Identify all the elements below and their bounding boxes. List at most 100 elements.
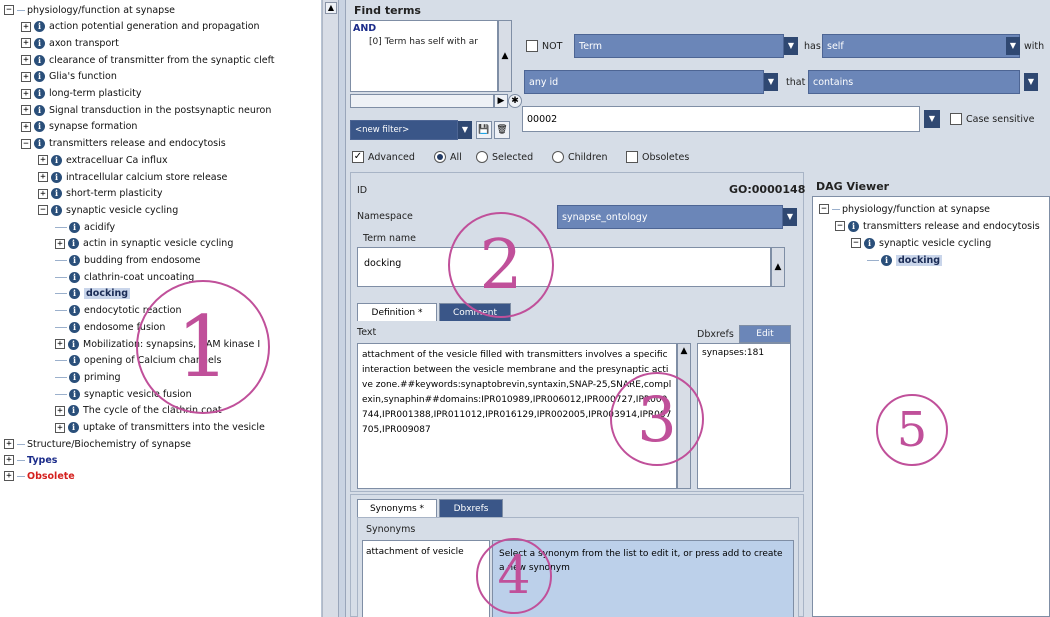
- search-history-dropdown-icon[interactable]: ▼: [924, 110, 940, 128]
- self-field-dropdown-icon[interactable]: ▼: [1006, 37, 1020, 55]
- ontology-tree[interactable]: − physiology/function at synapse + i action …: [0, 0, 322, 617]
- expand-icon[interactable]: +: [4, 455, 14, 466]
- expand-icon[interactable]: +: [21, 55, 31, 66]
- expand-icon[interactable]: +: [21, 121, 31, 132]
- edit-dbxrefs-button[interactable]: Edit: [739, 325, 791, 343]
- tab-synonyms[interactable]: Synonyms *: [357, 499, 437, 517]
- tree-item[interactable]: i endosome fusion: [55, 319, 165, 335]
- tab-synonym-dbxrefs[interactable]: Dbxrefs: [439, 499, 503, 517]
- tree-item[interactable]: − i synaptic vesicle cycling: [38, 202, 178, 218]
- search-input[interactable]: 00002: [522, 106, 920, 132]
- tree-item[interactable]: + i synapse formation: [21, 119, 137, 135]
- tree-item[interactable]: + i action potential generation and propag…: [21, 19, 260, 35]
- collapse-icon[interactable]: −: [819, 204, 829, 214]
- tree-item[interactable]: + i Signal transduction in the postsynapti…: [21, 102, 271, 118]
- dag-item[interactable]: − i synaptic vesicle cycling: [851, 235, 991, 251]
- id-field-dropdown-icon[interactable]: ▼: [764, 73, 778, 91]
- tree-item[interactable]: i budding from endosome: [55, 253, 201, 269]
- expand-icon[interactable]: +: [55, 339, 65, 349]
- scroll-right-icon[interactable]: ▶: [494, 94, 508, 108]
- children-radio[interactable]: [552, 151, 564, 163]
- tree-item[interactable]: + i Glia's function: [21, 69, 117, 85]
- term-field-dropdown-icon[interactable]: ▼: [784, 37, 798, 55]
- tree-item[interactable]: + i uptake of transmitters into the vesicl…: [55, 420, 265, 436]
- tab-definition[interactable]: Definition *: [357, 303, 437, 321]
- filter-hscroll[interactable]: [350, 94, 494, 108]
- expand-icon[interactable]: +: [4, 471, 14, 482]
- expand-icon[interactable]: +: [21, 88, 31, 99]
- definition-textarea[interactable]: attachment of the vesicle filled with tr…: [357, 343, 677, 489]
- term-name-input[interactable]: docking: [357, 247, 771, 287]
- tree-item[interactable]: i opening of Calcium channels: [55, 353, 221, 369]
- expand-icon[interactable]: +: [38, 188, 48, 199]
- expand-icon[interactable]: +: [21, 21, 31, 32]
- filter-list[interactable]: AND [0] Term has self with ar: [350, 20, 498, 92]
- collapse-icon[interactable]: −: [851, 238, 861, 248]
- tree-item[interactable]: − physiology/function at synapse: [4, 2, 175, 18]
- filter-item[interactable]: [0] Term has self with ar: [369, 37, 478, 47]
- collapse-icon[interactable]: −: [4, 5, 14, 15]
- dag-viewer[interactable]: − physiology/function at synapse − i transmi…: [812, 196, 1050, 617]
- tree-item[interactable]: i endocytotic reaction: [55, 303, 181, 319]
- tree-item[interactable]: i clathrin-coat uncoating: [55, 269, 194, 285]
- tree-item[interactable]: + i long-term plasticity: [21, 86, 142, 102]
- dag-item[interactable]: − i transmitters release and endocytosis: [835, 218, 1040, 234]
- namespace-dropdown-icon[interactable]: ▼: [783, 208, 797, 226]
- collapse-icon[interactable]: −: [38, 205, 48, 216]
- collapse-icon[interactable]: −: [21, 138, 31, 149]
- dag-item[interactable]: i docking: [867, 252, 943, 268]
- not-checkbox[interactable]: [526, 40, 538, 52]
- tree-item[interactable]: + i short-term plasticity: [38, 186, 162, 202]
- new-filter-dropdown-icon[interactable]: ▼: [458, 121, 472, 139]
- tree-item[interactable]: + i clearance of transmitter from the syna…: [21, 52, 274, 68]
- tree-item[interactable]: − i transmitters release and endocytosis: [21, 136, 226, 152]
- id-field-select[interactable]: any id: [524, 70, 764, 94]
- all-radio[interactable]: [434, 151, 446, 163]
- tree-item[interactable]: + Obsolete: [4, 468, 75, 484]
- expand-icon[interactable]: +: [55, 422, 65, 433]
- tree-item[interactable]: + i The cycle of the clathrin coat: [55, 403, 222, 419]
- tab-comment[interactable]: Comment: [439, 303, 511, 321]
- contains-field-select[interactable]: contains: [808, 70, 1020, 94]
- expand-icon[interactable]: +: [55, 238, 65, 249]
- expand-icon[interactable]: +: [55, 405, 65, 416]
- tree-item[interactable]: i synaptic vesicle fusion: [55, 386, 192, 402]
- self-field-select[interactable]: self: [822, 34, 1020, 58]
- tree-scrollbar[interactable]: ▲: [322, 0, 338, 617]
- obsoletes-checkbox[interactable]: [626, 151, 638, 163]
- term-name-scrollbar[interactable]: ▲: [771, 247, 785, 287]
- split-divider[interactable]: [338, 0, 346, 617]
- new-filter-select[interactable]: <new filter>: [350, 120, 458, 140]
- namespace-select[interactable]: synapse_ontology: [557, 205, 783, 229]
- dag-item[interactable]: − physiology/function at synapse: [819, 201, 990, 217]
- tree-item[interactable]: i priming: [55, 369, 121, 385]
- dbxrefs-list[interactable]: synapses:181: [697, 343, 791, 489]
- scroll-up-arrow-icon[interactable]: ▲: [325, 2, 337, 14]
- contains-field-dropdown-icon[interactable]: ▼: [1024, 73, 1038, 91]
- tree-item[interactable]: + Types: [4, 452, 57, 468]
- tree-item[interactable]: i acidify: [55, 219, 115, 235]
- expand-icon[interactable]: +: [21, 38, 31, 49]
- case-sensitive-checkbox[interactable]: [950, 113, 962, 125]
- expand-icon[interactable]: +: [4, 439, 14, 450]
- dag-tree[interactable]: − physiology/function at synapse − i transmi…: [813, 197, 1049, 616]
- tree-item[interactable]: + i intracellular calcium store release: [38, 169, 227, 185]
- delete-filter-icon[interactable]: 🗑: [494, 121, 510, 139]
- expand-icon[interactable]: +: [38, 155, 48, 166]
- collapse-icon[interactable]: −: [835, 221, 845, 231]
- term-field-select[interactable]: Term: [574, 34, 784, 58]
- definition-scrollbar[interactable]: ▲: [677, 343, 691, 489]
- tree-item[interactable]: + i Mobilization: synapsins, CAM kinase I: [55, 336, 260, 352]
- tree-item[interactable]: + i axon transport: [21, 35, 119, 51]
- tree-item[interactable]: + i extracelluar Ca influx: [38, 152, 168, 168]
- filter-icon[interactable]: ✱: [508, 94, 522, 108]
- expand-icon[interactable]: +: [21, 71, 31, 82]
- filter-list-scrollbar[interactable]: ▲: [498, 20, 512, 92]
- expand-icon[interactable]: +: [38, 172, 48, 182]
- selected-radio[interactable]: [476, 151, 488, 163]
- save-filter-icon[interactable]: 💾: [476, 121, 492, 139]
- advanced-checkbox[interactable]: ✓: [352, 151, 364, 163]
- tree-item[interactable]: + i actin in synaptic vesicle cycling: [55, 236, 233, 252]
- tree-item[interactable]: i docking: [55, 286, 131, 302]
- tree-item[interactable]: + Structure/Biochemistry of synapse: [4, 436, 191, 452]
